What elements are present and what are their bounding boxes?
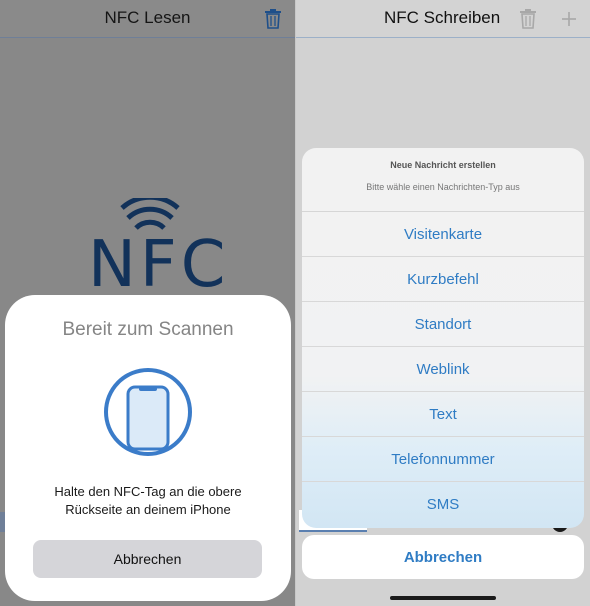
option-telefonnummer[interactable]: Telefonnummer bbox=[302, 437, 584, 482]
page-title: NFC Schreiben bbox=[384, 8, 501, 27]
cancel-scan-button[interactable]: Abbrechen bbox=[33, 540, 262, 578]
plus-icon[interactable] bbox=[559, 8, 579, 30]
cancel-button[interactable]: Abbrechen bbox=[302, 535, 584, 579]
home-indicator bbox=[390, 596, 496, 600]
trash-icon[interactable] bbox=[518, 8, 538, 30]
scan-instruction: Halte den NFC-Tag an die obere Rückseite… bbox=[25, 483, 271, 519]
navigation-bar: NFC Schreiben bbox=[296, 0, 590, 38]
scan-title: Bereit zum Scannen bbox=[62, 319, 234, 340]
option-sms[interactable]: SMS bbox=[302, 482, 584, 527]
sheet-subtitle: Bitte wähle einen Nachrichten-Typ aus bbox=[366, 182, 520, 192]
scan-sheet: Bereit zum Scannen Halte den NFC-Tag an … bbox=[5, 295, 291, 601]
nfc-logo-text: NFC bbox=[88, 228, 230, 302]
option-standort[interactable]: Standort bbox=[302, 302, 584, 347]
trash-icon[interactable] bbox=[263, 8, 283, 30]
instruction-line: Rückseite an deinem iPhone bbox=[65, 502, 231, 517]
option-weblink[interactable]: Weblink bbox=[302, 347, 584, 392]
message-type-sheet: Neue Nachricht erstellen Bitte wähle ein… bbox=[302, 148, 584, 528]
page-title: NFC Lesen bbox=[104, 8, 191, 27]
navigation-bar: NFC Lesen bbox=[0, 0, 295, 38]
nfc-write-screen: NFC Schreiben Neue Nachricht erstellen B… bbox=[296, 0, 590, 606]
option-visitenkarte[interactable]: Visitenkarte bbox=[302, 212, 584, 257]
option-kurzbefehl[interactable]: Kurzbefehl bbox=[302, 257, 584, 302]
instruction-line: Halte den NFC-Tag an die obere bbox=[54, 484, 242, 499]
sheet-header: Neue Nachricht erstellen Bitte wähle ein… bbox=[302, 148, 584, 212]
nfc-read-screen: NFC Lesen NFC Bereit zum Scannen Halte d… bbox=[0, 0, 295, 606]
sheet-title: Neue Nachricht erstellen bbox=[390, 160, 496, 170]
phone-icon bbox=[104, 368, 192, 456]
option-text[interactable]: Text bbox=[302, 392, 584, 437]
